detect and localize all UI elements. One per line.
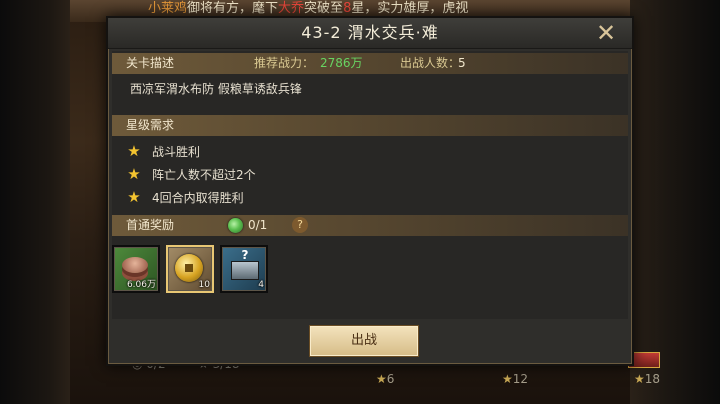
reward-item-mystery-box[interactable]: ? 4	[220, 245, 268, 293]
star-icon: ★	[127, 142, 141, 160]
gold-coin-icon	[175, 254, 203, 282]
broadcast-text: 突破至	[304, 1, 344, 16]
mystery-box-icon: ?	[231, 248, 259, 280]
troop-count-label: 出战人数：	[400, 56, 461, 70]
reward-item-copper-coins[interactable]: 6.06万	[112, 245, 160, 293]
broadcast-player-name: 小莱鸡	[148, 1, 188, 16]
star-icon: ★	[127, 188, 141, 206]
recommended-power-value: 2786万	[320, 56, 363, 70]
reward-progress: 0/1	[248, 218, 268, 232]
reward-count: 6.06万	[126, 280, 156, 290]
broadcast-hero-name: 大乔	[278, 1, 305, 16]
section-label: 星级需求	[126, 118, 175, 132]
first-clear-reward-header: 首通奖励 0/1 ?	[112, 215, 628, 236]
scene-wall-left	[0, 0, 70, 404]
dialog-title-bar: 43-2 渭水交兵·难 ✕	[108, 18, 632, 49]
battle-button[interactable]: 出战	[309, 325, 419, 357]
scene-wall-right	[630, 0, 720, 404]
recommended-power-label: 推荐战力：	[254, 56, 315, 70]
troop-count-value: 5	[458, 56, 466, 70]
broadcast-text: 星，实力雄厚，虎视	[351, 1, 469, 16]
reward-count: 4	[258, 280, 264, 290]
stage-info-dialog: 43-2 渭水交兵·难 ✕ 关卡描述 推荐战力： 2786万 出战人数： 5 西…	[106, 16, 634, 366]
section-label: 首通奖励	[126, 218, 175, 232]
background-star-milestone: ★6	[376, 372, 395, 386]
section-label: 关卡描述	[126, 56, 175, 70]
stage-description-text: 西凉军渭水布防 假粮草诱敌兵锋	[130, 82, 302, 96]
star-requirement-item: ★ 阵亡人数不超过2个	[126, 164, 256, 184]
star-icon: ★	[127, 165, 141, 183]
requirement-text: 战斗胜利	[152, 145, 201, 159]
dialog-title: 43-2 渭水交兵·难	[301, 23, 439, 42]
copper-coins-icon	[122, 257, 148, 273]
broadcast-text: 御将有方，麾下	[187, 1, 279, 16]
requirement-text: 阵亡人数不超过2个	[152, 168, 256, 182]
background-star-milestone: ★18	[634, 372, 661, 386]
reward-item-gold-coin[interactable]: 10	[166, 245, 214, 293]
jade-token-icon	[228, 218, 243, 233]
stage-description-header: 关卡描述 推荐战力： 2786万 出战人数： 5	[112, 53, 628, 74]
reward-count: 10	[198, 280, 210, 290]
star-requirement-item: ★ 4回合内取得胜利	[126, 187, 244, 207]
background-star-milestone: ★12	[502, 372, 529, 386]
requirement-text: 4回合内取得胜利	[152, 191, 244, 205]
star-requirement-item: ★ 战斗胜利	[126, 141, 200, 161]
star-requirements-header: 星级需求	[112, 115, 628, 136]
close-icon[interactable]: ✕	[592, 20, 620, 46]
help-icon[interactable]: ?	[292, 217, 308, 233]
